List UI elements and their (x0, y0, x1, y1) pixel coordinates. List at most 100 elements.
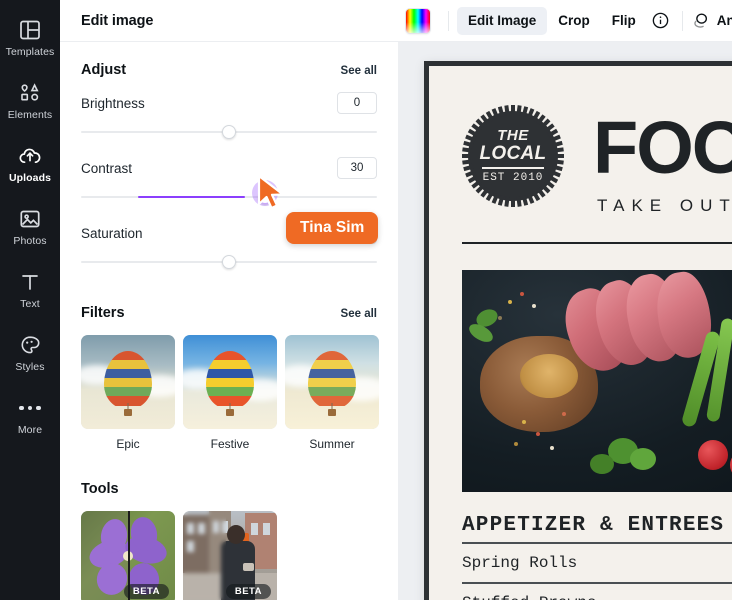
slider-label-brightness: Brightness (81, 95, 145, 111)
menu-item-1[interactable]: Spring Rolls (462, 554, 577, 572)
left-nav-rail: Templates Elements Uploads Photos Text S… (0, 0, 60, 600)
adjust-section-header: Adjust See all (81, 62, 377, 78)
slider-track-contrast[interactable] (81, 180, 377, 208)
sidebar-item-elements[interactable]: Elements (0, 69, 60, 132)
badge-the: THE (497, 126, 529, 144)
cherry-tomato (698, 440, 728, 470)
poster-divider (462, 242, 732, 244)
styles-icon (18, 333, 42, 357)
sidebar-item-photos[interactable]: Photos (0, 195, 60, 258)
slider-label-contrast: Contrast (81, 160, 133, 176)
slider-knob-brightness[interactable] (222, 125, 236, 139)
balloon-basket (226, 409, 234, 416)
balloon-basket (124, 409, 132, 416)
slider-brightness: Brightness 0 (81, 92, 377, 143)
sidebar-label-photos: Photos (13, 234, 47, 247)
templates-icon (18, 18, 42, 42)
uploads-icon (18, 144, 42, 168)
more-dots-icon (19, 396, 41, 420)
sidebar-item-uploads[interactable]: Uploads (0, 132, 60, 195)
info-button[interactable] (647, 11, 674, 30)
tools-thumb-list: BETA Auto Enhance (81, 511, 377, 600)
slider-track-brightness[interactable] (81, 121, 377, 143)
sidebar-label-more: More (17, 423, 43, 436)
poster-title[interactable]: FOOD (593, 110, 732, 184)
adjust-see-all-link[interactable]: See all (341, 65, 377, 77)
slider-label-saturation: Saturation (81, 225, 143, 241)
window (251, 523, 258, 535)
elements-icon (18, 81, 42, 105)
poster-frame: THE LOCAL EST 2010 FOOD TAKE OUT (424, 61, 732, 600)
filters-see-all-link[interactable]: See all (341, 308, 377, 320)
tool-thumb-auto-focus[interactable]: BETA (183, 511, 277, 600)
slider-knob-saturation[interactable] (222, 255, 236, 269)
peppercorn (498, 316, 502, 320)
slider-track-saturation[interactable] (81, 251, 377, 273)
panel-body: Adjust See all Brightness 0 Contrast 30 (60, 42, 398, 600)
sidebar-item-styles[interactable]: Styles (0, 321, 60, 384)
tool-item-auto-enhance[interactable]: BETA Auto Enhance (81, 511, 175, 600)
herb-leaf (590, 454, 614, 474)
peppercorn (508, 300, 512, 304)
sidebar-label-uploads: Uploads (8, 171, 52, 184)
slider-value-saturation[interactable] (337, 222, 377, 244)
sidebar-item-templates[interactable]: Templates (0, 6, 60, 69)
the-local-badge[interactable]: THE LOCAL EST 2010 (460, 103, 566, 209)
menu-divider (462, 542, 732, 544)
window (263, 523, 270, 535)
filter-item-summer[interactable]: Summer (285, 335, 379, 451)
edit-image-panel: Edit image Adjust See all Brightness 0 C… (60, 0, 398, 600)
toolbar-divider (681, 10, 683, 31)
badge-local: LOCAL (479, 142, 547, 164)
phone (243, 563, 254, 571)
steak-fat (520, 354, 578, 398)
beta-badge: BETA (123, 584, 169, 599)
slider-value-contrast[interactable]: 30 (337, 157, 377, 179)
sidebar-label-elements: Elements (7, 108, 53, 121)
filter-thumb-festive[interactable] (183, 335, 277, 429)
filter-item-festive[interactable]: Festive (183, 335, 277, 451)
photos-icon (18, 207, 42, 231)
badge-divider (482, 167, 544, 170)
slider-knob-contrast[interactable] (257, 190, 272, 204)
slider-saturation: Saturation (81, 222, 377, 273)
sidebar-item-more[interactable]: More (0, 384, 60, 447)
rainbow-color-swatch[interactable] (406, 8, 430, 33)
panel-title: Edit image (81, 12, 154, 29)
menu-heading[interactable]: APPETIZER & ENTREES (462, 514, 724, 537)
slider-value-brightness[interactable]: 0 (337, 92, 377, 114)
filter-thumb-summer[interactable] (285, 335, 379, 429)
tab-flip[interactable]: Flip (601, 7, 647, 35)
peppercorn (550, 446, 554, 450)
menu-item-2[interactable]: Stuffed Prawns (462, 594, 596, 600)
peppercorn (562, 412, 566, 416)
text-icon (18, 270, 42, 294)
sidebar-label-templates: Templates (5, 45, 55, 58)
badge-text: THE LOCAL EST 2010 (460, 103, 566, 209)
canvas-workspace: Edit Image Crop Flip Animate (398, 0, 732, 600)
editor-toolbar: Edit Image Crop Flip Animate (398, 0, 732, 42)
tool-thumb-auto-enhance[interactable]: BETA (81, 511, 175, 600)
balloon-shape (104, 351, 152, 409)
tab-crop[interactable]: Crop (547, 7, 601, 35)
poster-subtitle[interactable]: TAKE OUT (597, 196, 732, 216)
animate-button[interactable]: Animate (691, 11, 732, 30)
info-circle-icon (651, 11, 670, 30)
peppercorn (536, 432, 540, 436)
animate-label: Animate (716, 13, 732, 28)
tab-edit-image[interactable]: Edit Image (457, 6, 548, 35)
filter-item-epic[interactable]: Epic (81, 335, 175, 451)
herb-leaf (630, 448, 656, 470)
filter-thumb-epic[interactable] (81, 335, 175, 429)
before-half-overlay (183, 511, 227, 600)
tools-section-header: Tools (81, 481, 377, 497)
tool-item-auto-focus[interactable]: BETA Auto Focus (183, 511, 277, 600)
beta-badge: BETA (225, 584, 271, 599)
peppercorn (522, 420, 526, 424)
poster-design[interactable]: THE LOCAL EST 2010 FOOD TAKE OUT (429, 66, 732, 600)
sidebar-item-text[interactable]: Text (0, 258, 60, 321)
filters-section-header: Filters See all (81, 305, 377, 321)
tools-title: Tools (81, 481, 119, 497)
sidebar-label-text: Text (20, 297, 40, 310)
poster-food-photo[interactable] (462, 270, 732, 492)
